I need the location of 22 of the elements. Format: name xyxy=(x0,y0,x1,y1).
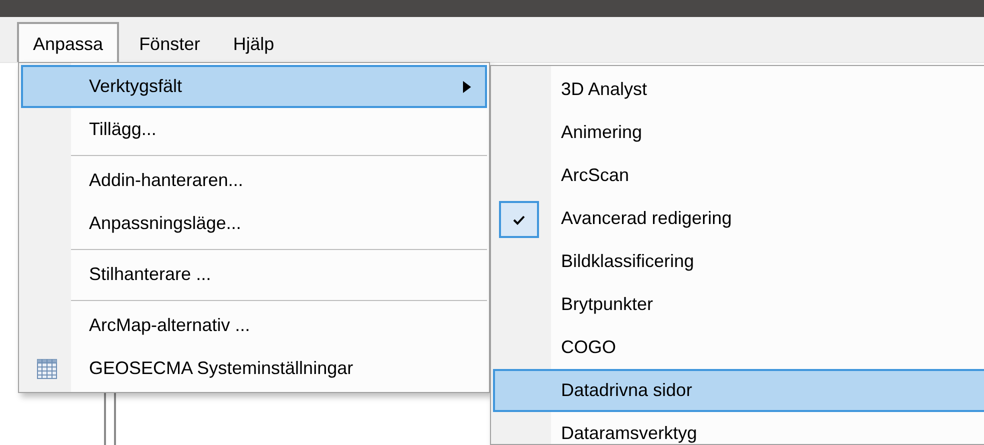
menu-bar-item[interactable]: Anpassa xyxy=(17,22,120,62)
menu-item[interactable]: GEOSECMA Systeminställningar xyxy=(21,347,487,390)
menu-item[interactable]: Verktygsfält xyxy=(21,65,487,108)
menu-item[interactable]: ArcMap-alternativ ... xyxy=(21,304,487,347)
menu-item[interactable]: ArcScan xyxy=(493,154,984,197)
menu-bar-item[interactable]: Hjälp xyxy=(217,22,288,62)
menu-item[interactable]: Brytpunkter xyxy=(493,283,984,326)
menu-bar-item[interactable]: Fönster xyxy=(123,22,214,62)
menu-item[interactable]: Dataramsverktyg xyxy=(493,412,984,444)
submenu-arrow-icon xyxy=(463,81,471,93)
table-icon xyxy=(37,359,57,379)
menu-item[interactable]: Addin-hanteraren... xyxy=(21,159,487,202)
menu-item[interactable]: Anpassningsläge... xyxy=(21,202,487,245)
menu-item[interactable]: Stilhanterare ... xyxy=(21,253,487,296)
check-icon xyxy=(513,214,525,224)
menu-item[interactable]: Animering xyxy=(493,111,984,154)
menu-item[interactable]: 3D Analyst xyxy=(493,68,984,111)
menu-item[interactable]: Bildklassificering xyxy=(493,240,984,283)
menu-item[interactable]: Tillägg... xyxy=(21,108,487,151)
menu-item[interactable]: Avancerad redigering xyxy=(493,197,984,240)
menu-item[interactable]: COGO xyxy=(493,326,984,369)
menu-item[interactable]: Datadrivna sidor xyxy=(493,369,984,412)
